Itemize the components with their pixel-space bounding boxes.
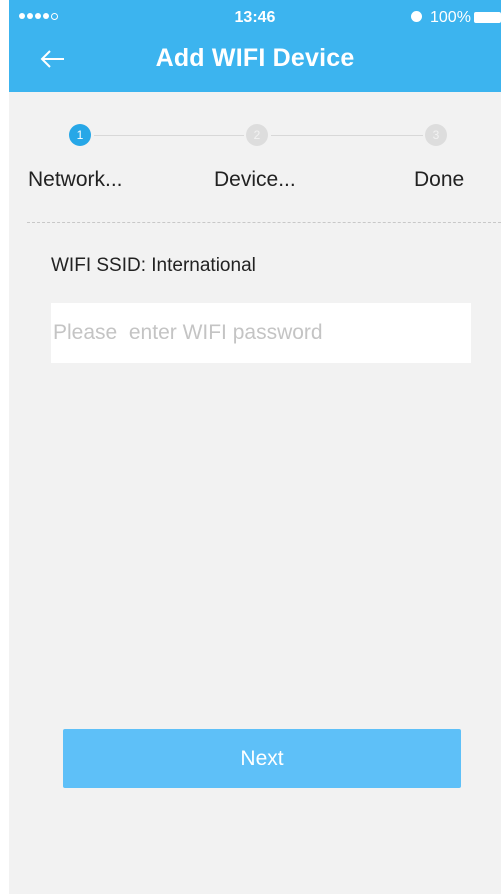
header-bar: 13:46 100% Add WIFI Device (9, 0, 501, 92)
step-3-indicator: 3 (425, 124, 447, 146)
step-connector (94, 135, 244, 136)
step-connector (271, 135, 423, 136)
wifi-password-input[interactable] (51, 303, 471, 363)
step-1-indicator: 1 (69, 124, 91, 146)
step-1-label: Network... (28, 168, 123, 191)
step-3-label: Done (414, 168, 465, 191)
section-divider (27, 222, 501, 223)
battery-percentage: 100% (430, 9, 471, 26)
step-2-indicator: 2 (246, 124, 268, 146)
next-button[interactable]: Next (63, 729, 461, 788)
wifi-ssid-label: WIFI SSID: International (51, 255, 256, 276)
alarm-clock-icon (411, 11, 422, 22)
progress-steps: 1 2 3 Network... Device... Done (9, 110, 501, 210)
status-bar: 13:46 100% (9, 0, 501, 32)
step-2-label: Device... (214, 168, 296, 191)
add-wifi-device-screen: 13:46 100% Add WIFI Device 1 2 3 Network… (9, 0, 501, 894)
page-title: Add WIFI Device (155, 44, 355, 72)
status-time: 13:46 (234, 9, 276, 26)
battery-icon (474, 12, 501, 23)
